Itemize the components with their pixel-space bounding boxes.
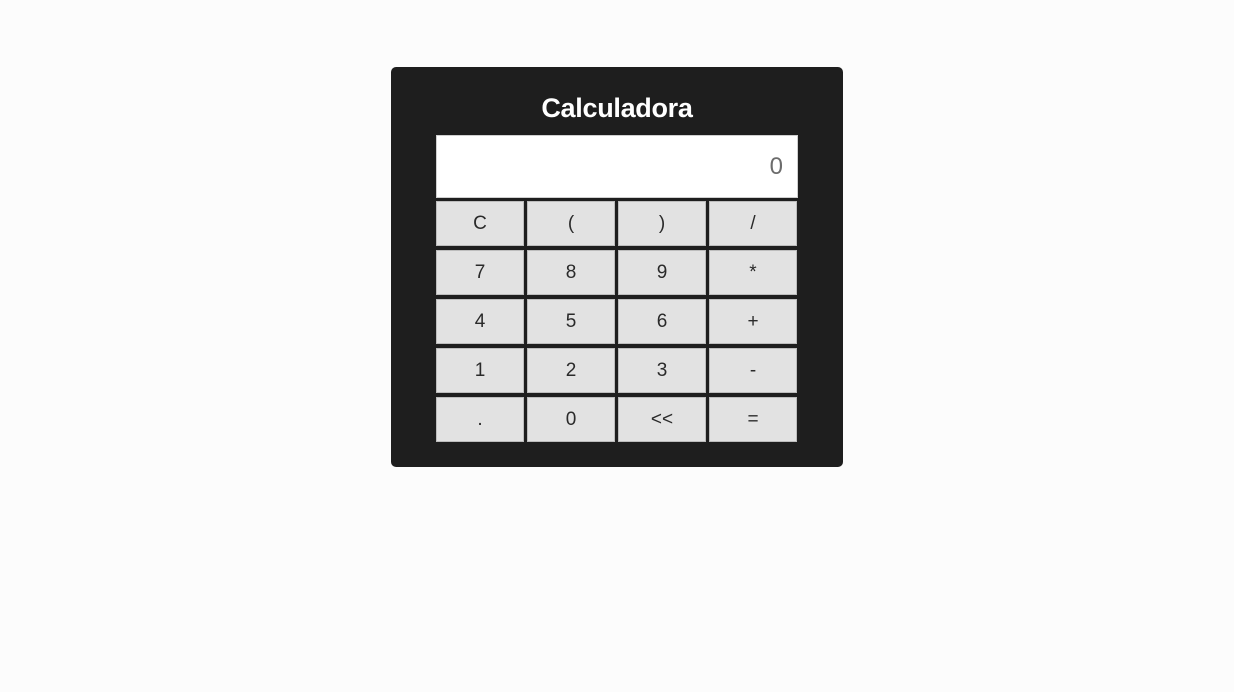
decimal-button[interactable]: . <box>436 397 524 442</box>
equals-button[interactable]: = <box>709 397 797 442</box>
subtract-button[interactable]: - <box>709 348 797 393</box>
clear-button[interactable]: C <box>436 201 524 246</box>
keypad: C ( ) / 7 8 9 * 4 5 6 + 1 2 3 - . 0 << = <box>436 201 798 442</box>
digit-3-button[interactable]: 3 <box>618 348 706 393</box>
calculator-title: Calculadora <box>541 93 693 123</box>
digit-8-button[interactable]: 8 <box>527 250 615 295</box>
divide-button[interactable]: / <box>709 201 797 246</box>
digit-9-button[interactable]: 9 <box>618 250 706 295</box>
digit-1-button[interactable]: 1 <box>436 348 524 393</box>
multiply-button[interactable]: * <box>709 250 797 295</box>
backspace-button[interactable]: << <box>618 397 706 442</box>
calculator-display[interactable] <box>436 135 798 198</box>
digit-6-button[interactable]: 6 <box>618 299 706 344</box>
digit-5-button[interactable]: 5 <box>527 299 615 344</box>
digit-7-button[interactable]: 7 <box>436 250 524 295</box>
open-paren-button[interactable]: ( <box>527 201 615 246</box>
close-paren-button[interactable]: ) <box>618 201 706 246</box>
digit-0-button[interactable]: 0 <box>527 397 615 442</box>
add-button[interactable]: + <box>709 299 797 344</box>
digit-2-button[interactable]: 2 <box>527 348 615 393</box>
digit-4-button[interactable]: 4 <box>436 299 524 344</box>
calculator-panel: Calculadora C ( ) / 7 8 9 * 4 5 6 + 1 2 … <box>391 67 843 467</box>
